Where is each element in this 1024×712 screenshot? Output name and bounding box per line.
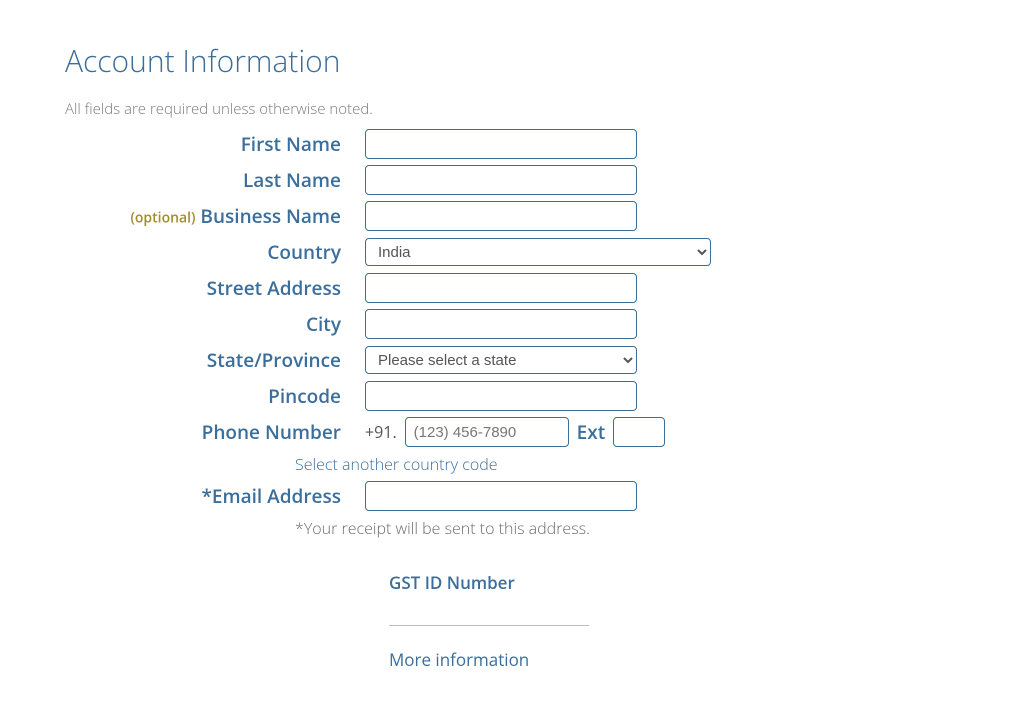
gst-id-underline [389,612,589,626]
business-name-input[interactable] [365,201,637,231]
gst-id-label: GST ID Number [389,571,1024,594]
country-select[interactable]: India [365,238,711,266]
select-country-code-link[interactable]: Select another country code [295,453,1024,475]
street-address-input[interactable] [365,273,637,303]
phone-input[interactable] [405,417,569,447]
email-receipt-note: *Your receipt will be sent to this addre… [295,517,1024,539]
last-name-label: Last Name [65,167,365,193]
city-input[interactable] [365,309,637,339]
first-name-input[interactable] [365,129,637,159]
phone-country-code: +91. [365,421,397,443]
phone-label: Phone Number [65,419,365,445]
business-name-label: Business Name [200,203,341,229]
required-fields-note: All fields are required unless otherwise… [65,99,1024,119]
page-title: Account Information [65,40,1024,81]
first-name-label: First Name [65,131,365,157]
email-label: *Email Address [65,483,365,509]
pincode-label: Pincode [65,383,365,409]
last-name-input[interactable] [365,165,637,195]
state-select[interactable]: Please select a state [365,346,637,374]
street-address-label: Street Address [65,275,365,301]
ext-label: Ext [577,419,606,445]
state-label: State/Province [65,347,365,373]
country-label: Country [65,239,365,265]
city-label: City [65,311,365,337]
ext-input[interactable] [613,417,665,447]
more-information-link[interactable]: More information [389,648,1024,671]
email-input[interactable] [365,481,637,511]
optional-tag: (optional) [130,208,195,227]
pincode-input[interactable] [365,381,637,411]
